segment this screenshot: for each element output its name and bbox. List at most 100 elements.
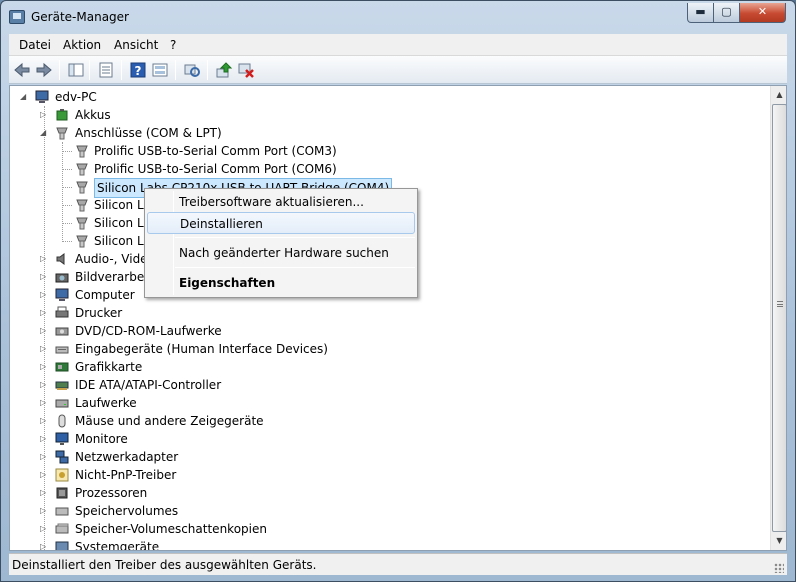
status-bar: Deinstalliert den Treiber des ausgewählt… xyxy=(9,553,787,575)
port-icon xyxy=(74,179,90,195)
tree-category-item[interactable]: ▷ Akkus xyxy=(10,106,750,124)
tree-category-item[interactable]: ◢ Anschlüsse (COM & LPT) xyxy=(10,124,750,142)
scroll-down-icon[interactable]: ▼ xyxy=(772,533,786,548)
tree-item-label: Audio-, Video xyxy=(75,252,155,266)
tree-category-item[interactable]: ▷ Speichervolumes xyxy=(10,502,750,520)
vertical-scrollbar[interactable]: ▲ ▼ xyxy=(770,86,786,550)
tree-category-item[interactable]: ▷ Nicht-PnP-Treiber xyxy=(10,466,750,484)
menu-item-scan-hardware[interactable]: Nach geänderter Hardware suchen xyxy=(147,242,415,264)
tree-category-item[interactable]: ▷ Systemgeräte xyxy=(10,538,750,551)
show-list-icon[interactable] xyxy=(151,61,169,79)
window-title: Geräte-Manager xyxy=(31,10,129,24)
expand-triangle-icon[interactable]: ▷ xyxy=(40,543,48,551)
menu-separator xyxy=(175,267,415,268)
device-manager-window: Geräte-Manager ▬ ▢ ✕ Datei Aktion Ansich… xyxy=(0,0,796,582)
toolbar: ? xyxy=(9,56,787,84)
tree-child-item[interactable]: Prolific USB-to-Serial Comm Port (COM3) xyxy=(10,142,750,160)
menu-item-uninstall[interactable]: Deinstallieren xyxy=(147,212,415,234)
properties-icon[interactable] xyxy=(97,61,115,79)
tree-guide-line xyxy=(62,205,72,206)
expand-triangle-icon[interactable]: ▷ xyxy=(40,255,48,263)
expand-triangle-icon[interactable]: ▷ xyxy=(40,417,48,425)
grip-icon xyxy=(777,301,783,307)
update-driver-icon[interactable] xyxy=(215,61,233,79)
tree-item-label: Silicon La xyxy=(94,234,152,248)
expand-triangle-icon[interactable]: ▷ xyxy=(40,363,48,371)
port-icon xyxy=(74,143,90,159)
tree-item-label: Netzwerkadapter xyxy=(75,450,179,464)
disc-drive-icon xyxy=(54,323,70,339)
menu-view[interactable]: Ansicht xyxy=(114,38,158,52)
port-icon xyxy=(74,161,90,177)
tree-item-label: Computer xyxy=(75,288,135,302)
menu-item-properties[interactable]: Eigenschaften xyxy=(147,272,415,294)
tree-category-item[interactable]: ▷ Speicher-Volumeschattenkopien xyxy=(10,520,750,538)
tree-view-icon[interactable] xyxy=(67,61,85,79)
expand-triangle-icon[interactable]: ▷ xyxy=(40,435,48,443)
expand-triangle-icon[interactable]: ▷ xyxy=(40,525,48,533)
collapse-triangle-icon[interactable]: ◢ xyxy=(20,93,28,101)
scroll-up-icon[interactable]: ▲ xyxy=(772,87,786,102)
expand-triangle-icon[interactable]: ▷ xyxy=(40,399,48,407)
forward-arrow-icon[interactable] xyxy=(35,61,53,79)
network-icon xyxy=(54,449,70,465)
scan-hardware-icon[interactable] xyxy=(183,61,201,79)
device-tree-pane: ◢ edv-PC ▷ Akkus ◢ Anschlüsse (COM & LPT) Prol… xyxy=(9,85,787,551)
tree-root[interactable]: ◢ edv-PC xyxy=(10,88,750,106)
tree-guide-line xyxy=(62,187,72,188)
tree-category-item[interactable]: ▷ DVD/CD-ROM-Laufwerke xyxy=(10,322,750,340)
expand-triangle-icon[interactable]: ▷ xyxy=(40,327,48,335)
tree-category-item[interactable]: ▷ Mäuse und andere Zeigegeräte xyxy=(10,412,750,430)
tree-category-item[interactable]: ▷ IDE ATA/ATAPI-Controller xyxy=(10,376,750,394)
tree-category-item[interactable]: ▷ Drucker xyxy=(10,304,750,322)
menu-bar: Datei Aktion Ansicht ? xyxy=(9,34,787,56)
menu-item-update-driver[interactable]: Treibersoftware aktualisieren... xyxy=(147,191,415,213)
title-bar[interactable]: Geräte-Manager ▬ ▢ ✕ xyxy=(1,1,795,33)
maximize-button[interactable]: ▢ xyxy=(713,3,740,23)
tree-guide-line xyxy=(62,223,72,224)
menu-file[interactable]: Datei xyxy=(19,38,51,52)
expand-triangle-icon[interactable]: ▷ xyxy=(40,471,48,479)
expand-triangle-icon[interactable]: ▷ xyxy=(40,381,48,389)
expand-triangle-icon[interactable]: ▷ xyxy=(40,291,48,299)
computer-icon xyxy=(54,287,70,303)
menu-item-label: Eigenschaften xyxy=(179,276,276,290)
tree-category-item[interactable]: ▷ Prozessoren xyxy=(10,484,750,502)
tree-item-label: IDE ATA/ATAPI-Controller xyxy=(75,378,222,392)
tree-category-item[interactable]: ▷ Monitore xyxy=(10,430,750,448)
expand-triangle-icon[interactable]: ▷ xyxy=(40,453,48,461)
toolbar-separator xyxy=(175,60,176,80)
expand-triangle-icon[interactable]: ▷ xyxy=(40,273,48,281)
tree-guide-line xyxy=(62,142,63,242)
close-button[interactable]: ✕ xyxy=(739,3,786,23)
menu-help[interactable]: ? xyxy=(170,38,176,52)
expand-triangle-icon[interactable]: ▷ xyxy=(40,489,48,497)
expand-triangle-icon[interactable]: ▷ xyxy=(40,507,48,515)
menu-action[interactable]: Aktion xyxy=(63,38,101,52)
display-adapter-icon xyxy=(54,359,70,375)
scrollbar-thumb[interactable] xyxy=(772,104,786,532)
tree-item-label: Speicher-Volumeschattenkopien xyxy=(75,522,267,536)
tree-category-item[interactable]: ▷ Eingabegeräte (Human Interface Devices) xyxy=(10,340,750,358)
tree-category-item[interactable]: ▷ Grafikkarte xyxy=(10,358,750,376)
non-pnp-icon xyxy=(54,467,70,483)
uninstall-device-icon[interactable] xyxy=(237,61,255,79)
menu-item-label: Deinstallieren xyxy=(180,217,263,231)
tree-category-item[interactable]: ▷ Laufwerke xyxy=(10,394,750,412)
resize-grip-icon[interactable] xyxy=(774,563,784,573)
expand-triangle-icon[interactable]: ▷ xyxy=(40,111,48,119)
back-arrow-icon[interactable] xyxy=(13,61,31,79)
expand-triangle-icon[interactable]: ▷ xyxy=(40,345,48,353)
mouse-icon xyxy=(54,413,70,429)
tree-child-item[interactable]: Prolific USB-to-Serial Comm Port (COM6) xyxy=(10,160,750,178)
toolbar-separator xyxy=(59,60,60,80)
tree-category-item[interactable]: ▷ Netzwerkadapter xyxy=(10,448,750,466)
drive-icon xyxy=(54,395,70,411)
expand-triangle-icon[interactable]: ▷ xyxy=(40,309,48,317)
collapse-triangle-icon[interactable]: ◢ xyxy=(40,129,48,137)
speaker-icon xyxy=(54,251,70,267)
help-icon[interactable]: ? xyxy=(129,61,147,79)
minimize-button[interactable]: ▬ xyxy=(687,3,714,23)
tree-item-label: Prozessoren xyxy=(75,486,148,500)
tree-item-label: Monitore xyxy=(75,432,128,446)
